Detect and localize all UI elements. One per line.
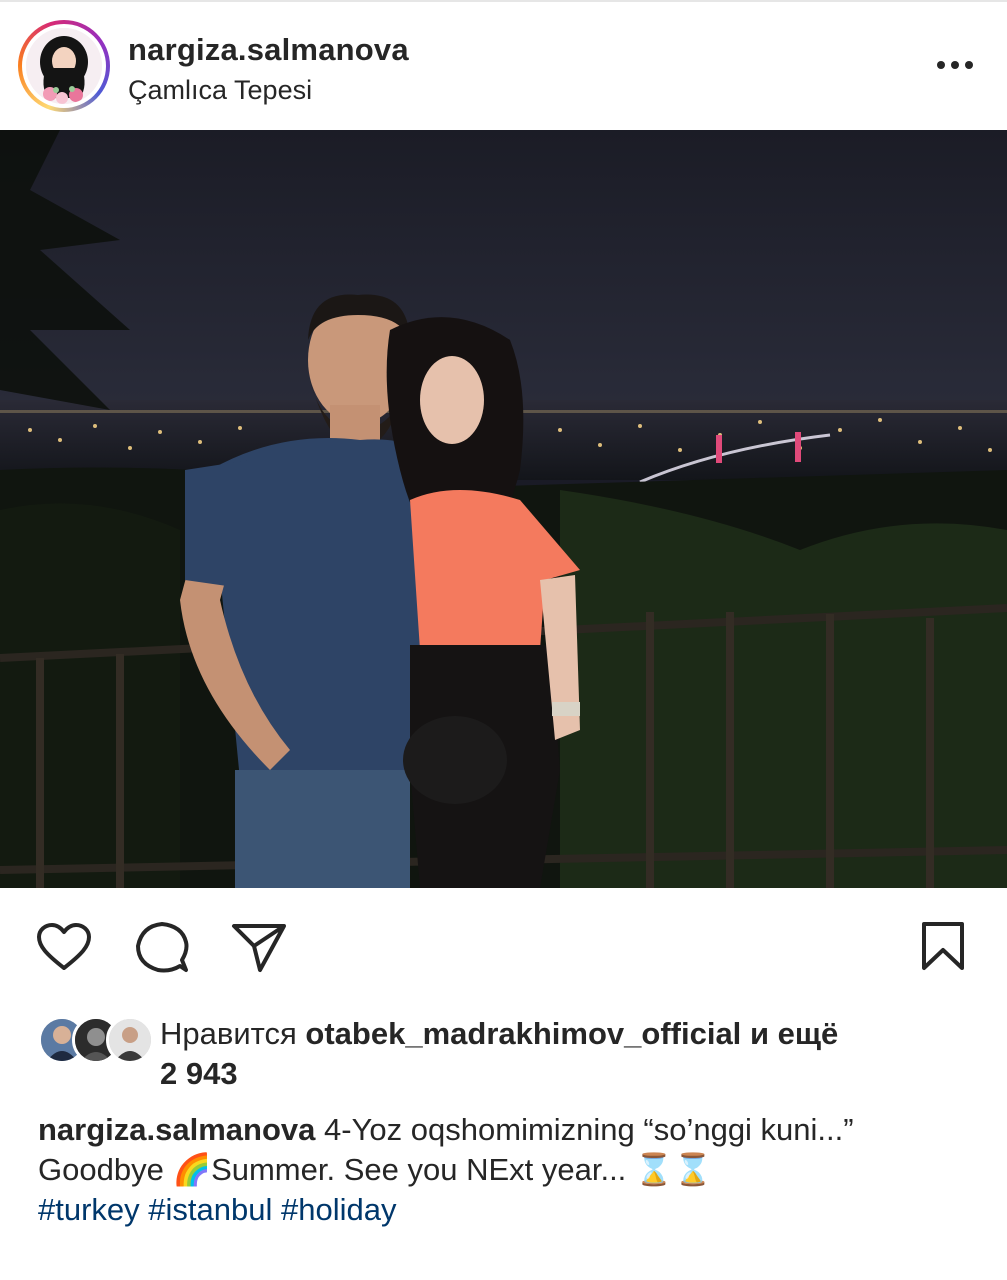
hashtag-list: #turkey #istanbul #holiday	[38, 1190, 968, 1230]
likes-summary: Нравится otabek_madrakhimov_official и е…	[0, 1010, 1007, 1091]
post-caption: nargiza.salmanova 4-Yoz oqshomimizning “…	[38, 1110, 968, 1230]
more-horizontal-icon	[937, 61, 973, 69]
caption-text: Summer. See you NExt year...	[211, 1152, 627, 1187]
caption-username[interactable]: nargiza.salmanova	[38, 1112, 315, 1147]
hashtag-link[interactable]: #holiday	[281, 1192, 396, 1227]
hourglass-emoji-icon: ⌛️⌛️	[634, 1152, 713, 1187]
post-photo[interactable]	[0, 130, 1007, 888]
story-ring[interactable]	[18, 20, 110, 112]
share-icon	[232, 924, 286, 972]
save-button[interactable]	[920, 920, 966, 977]
bookmark-icon	[922, 922, 964, 970]
avatar-illustration-icon	[26, 28, 102, 104]
more-options-button[interactable]	[935, 50, 975, 80]
liker-avatars[interactable]	[38, 1016, 154, 1064]
like-button[interactable]	[36, 922, 92, 977]
likes-prefix: Нравится	[160, 1016, 297, 1051]
caption-line-2: Goodbye 🌈Summer. See you NExt year... ⌛️…	[38, 1150, 968, 1190]
post-header: nargiza.salmanova Çamlıca Tepesi	[0, 0, 1007, 130]
comment-button[interactable]	[134, 920, 190, 981]
post-actions	[0, 888, 1007, 1003]
hashtag-link[interactable]: #turkey	[38, 1192, 140, 1227]
rainbow-emoji-icon: 🌈	[172, 1152, 212, 1187]
night-city-photo	[0, 130, 1007, 888]
post-username[interactable]: nargiza.salmanova	[128, 32, 409, 68]
avatar	[106, 1016, 154, 1064]
comment-icon	[136, 922, 189, 973]
post-location[interactable]: Çamlıca Tepesi	[128, 75, 312, 106]
likes-count[interactable]: 2 943	[160, 1056, 238, 1091]
caption-text: Goodbye	[38, 1152, 164, 1187]
caption-line-1: nargiza.salmanova 4-Yoz oqshomimizning “…	[38, 1110, 968, 1150]
hashtag-link[interactable]: #istanbul	[148, 1192, 272, 1227]
share-button[interactable]	[230, 920, 288, 979]
avatar[interactable]	[26, 28, 102, 104]
likes-conjunction: и ещё	[749, 1016, 839, 1051]
heart-icon	[37, 923, 91, 970]
caption-text: 4-Yoz oqshomimizning “so’nggi kuni...”	[324, 1112, 854, 1147]
liker-username[interactable]: otabek_madrakhimov_official	[305, 1016, 741, 1051]
likes-text: Нравится otabek_madrakhimov_official и е…	[160, 1014, 980, 1094]
